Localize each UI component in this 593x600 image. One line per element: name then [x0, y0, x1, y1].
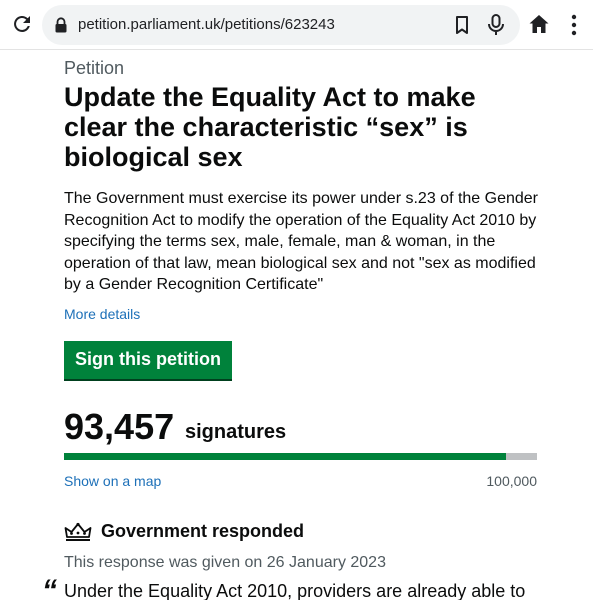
- petition-title: Update the Equality Act to make clear th…: [64, 82, 476, 172]
- show-map-link[interactable]: Show on a map: [64, 473, 161, 489]
- more-menu-icon[interactable]: [566, 13, 582, 37]
- government-responded-heading: Government responded: [101, 521, 305, 541]
- signature-progress-bar: [64, 453, 537, 460]
- signature-target: 100,000: [486, 473, 537, 489]
- browser-toolbar: petition.parliament.uk/petitions/623243: [0, 0, 593, 50]
- address-bar[interactable]: petition.parliament.uk/petitions/623243: [42, 5, 520, 45]
- signature-count-label: signatures: [185, 421, 287, 443]
- signature-progress-fill: [64, 453, 507, 460]
- home-icon[interactable]: [528, 13, 550, 35]
- sign-petition-button[interactable]: Sign this petition: [64, 341, 232, 379]
- crown-icon: [64, 522, 92, 541]
- url-text[interactable]: petition.parliament.uk/petitions/623243: [78, 16, 335, 33]
- petition-description: The Government must exercise its power u…: [64, 190, 539, 293]
- quote-mark: “: [42, 574, 57, 600]
- petition-label: Petition: [64, 58, 125, 78]
- response-date-text: This response was given on 26 January 20…: [64, 554, 386, 571]
- lock-icon: [55, 17, 67, 33]
- microphone-icon[interactable]: [485, 13, 507, 37]
- response-text: Under the Equality Act 2010, providers a…: [64, 581, 526, 600]
- signature-count: 93,457: [64, 406, 175, 447]
- reload-icon[interactable]: [10, 12, 34, 36]
- more-details-link[interactable]: More details: [64, 306, 140, 322]
- bookmark-icon[interactable]: [451, 14, 473, 36]
